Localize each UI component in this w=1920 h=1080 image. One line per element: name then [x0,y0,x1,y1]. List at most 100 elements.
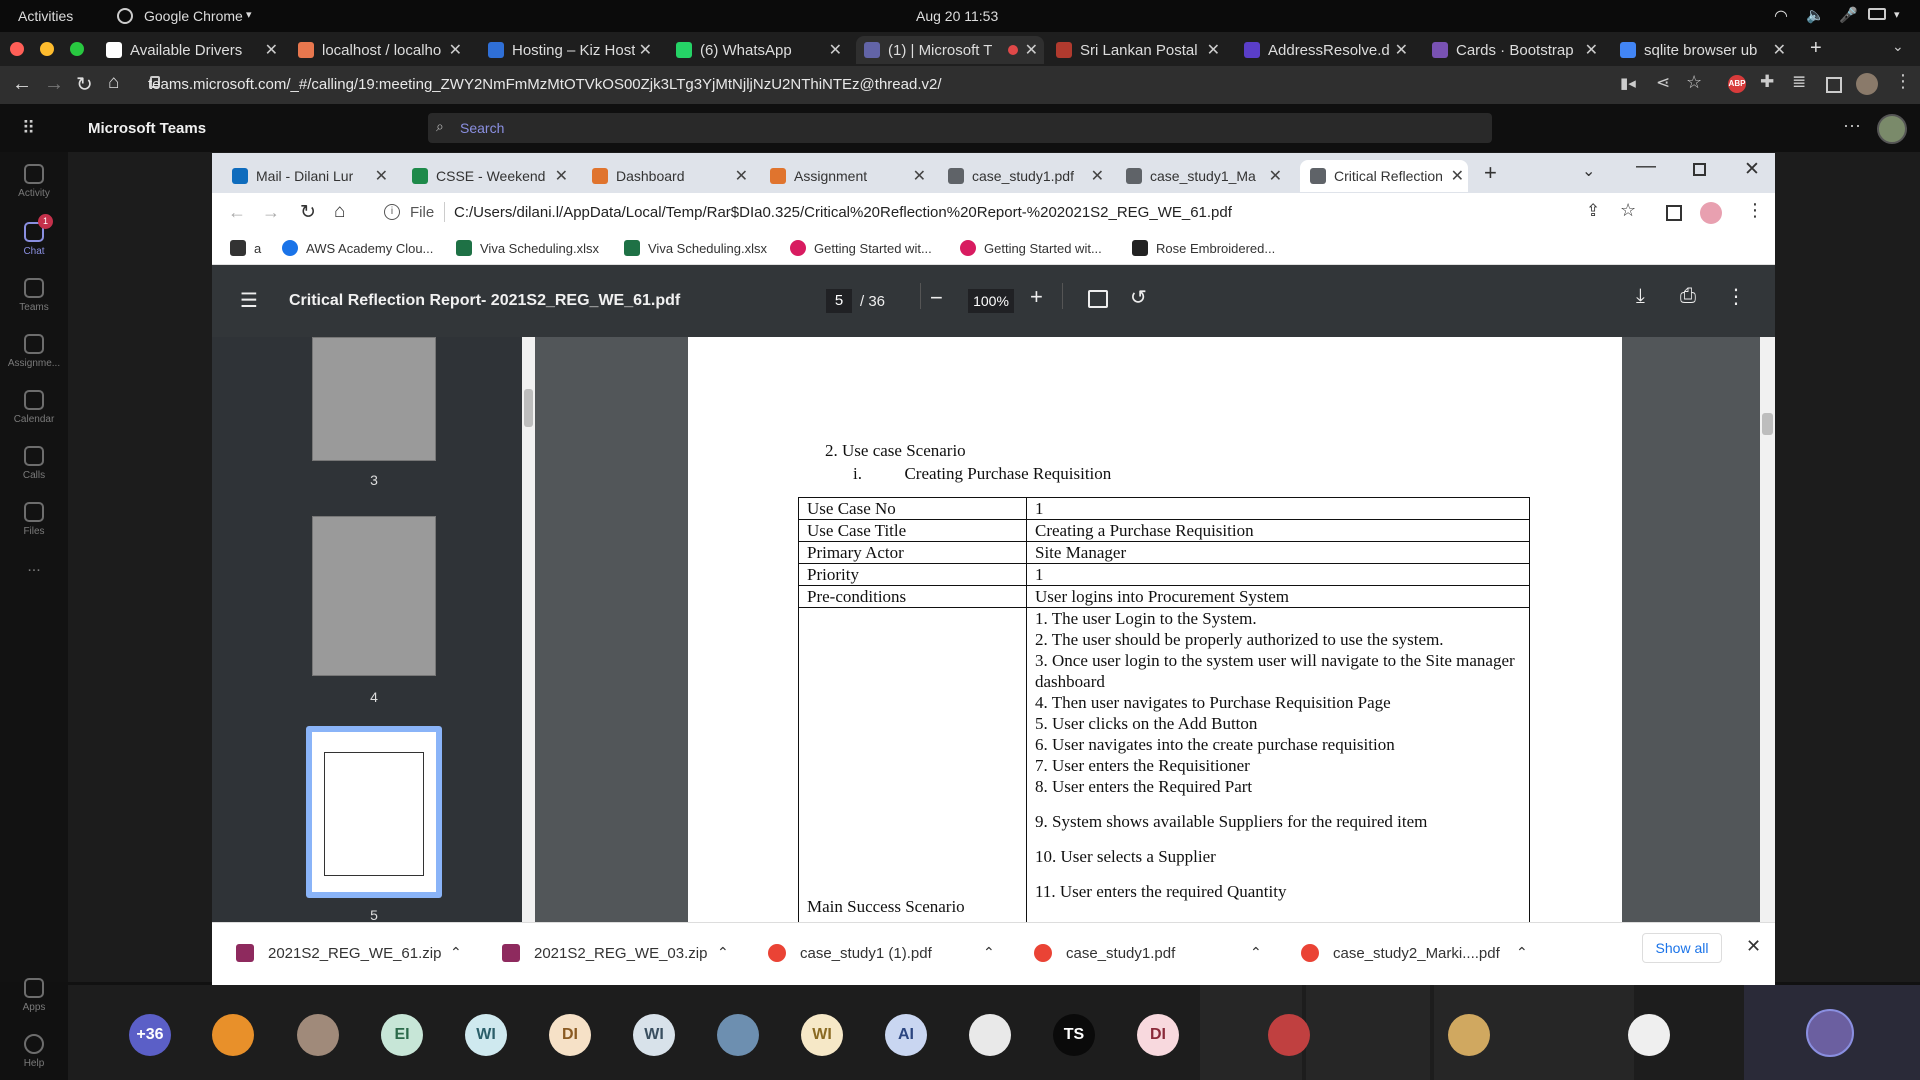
chevron-down-icon[interactable]: ▾ [1894,8,1900,21]
tab-search-chevron-icon[interactable]: ⌄ [1582,161,1595,181]
rotate-icon[interactable]: ↺ [1130,285,1147,310]
tab-search-chevron-icon[interactable]: ⌄ [1892,38,1904,55]
outer-url-text[interactable]: teams.microsoft.com/_#/calling/19:meetin… [148,76,942,93]
close-icon[interactable]: ✕ [829,40,842,60]
share-icon[interactable]: ⋖ [1656,73,1670,93]
window-close-dot[interactable] [10,42,24,56]
chevron-up-icon[interactable]: ⌃ [717,944,729,961]
rail-apps[interactable]: Apps [0,978,68,1013]
inner-url-text[interactable]: C:/Users/dilani.l/AppData/Local/Temp/Rar… [454,204,1232,221]
outer-tab[interactable]: Available Drivers ✕ [106,36,284,64]
participant-avatar[interactable] [297,1014,339,1056]
close-icon[interactable]: ✕ [639,40,652,60]
close-icon[interactable]: ✕ [375,166,388,186]
chevron-up-icon[interactable]: ⌃ [1516,944,1528,961]
home-icon[interactable]: ⌂ [334,201,345,223]
window-maximize-dot[interactable] [70,42,84,56]
download-item[interactable]: case_study2_Marki....pdf [1301,944,1500,962]
download-item[interactable]: 2021S2_REG_WE_03.zip [502,944,707,962]
window-close-icon[interactable]: ✕ [1744,158,1760,181]
page-thumbnail[interactable] [312,516,436,676]
participant-avatar[interactable] [717,1014,759,1056]
close-icon[interactable]: ✕ [1451,166,1464,186]
close-icon[interactable]: ✕ [1269,166,1282,186]
outer-tab[interactable]: sqlite browser ub ✕ [1620,36,1792,64]
new-tab-plus-icon[interactable]: + [1484,160,1497,186]
inner-tab[interactable]: case_study1.pdf ✕ [948,160,1108,192]
app-menu[interactable]: Google Chrome [144,8,243,24]
rail-help[interactable]: Help [0,1034,68,1069]
download-item[interactable]: case_study1 (1).pdf [768,944,932,962]
outer-tab[interactable]: Cards · Bootstrap ✕ [1432,36,1604,64]
chevron-up-icon[interactable]: ⌃ [450,944,462,961]
close-icon[interactable]: ✕ [1746,936,1761,957]
info-icon[interactable]: i [384,204,400,220]
participant-avatar[interactable]: TS [1053,1014,1095,1056]
outer-tab[interactable]: Sri Lankan Postal ✕ [1056,36,1226,64]
bookmark-item[interactable]: Viva Scheduling.xlsx [624,240,767,256]
back-arrow-icon[interactable]: ← [12,73,32,96]
rail-assignments[interactable]: Assignme... [0,334,68,369]
participant-avatar[interactable]: WI [465,1014,507,1056]
bookmark-star-icon[interactable]: ☆ [1620,200,1636,221]
participant-avatar[interactable]: WI [801,1014,843,1056]
participant-avatar[interactable]: AI [885,1014,927,1056]
page-number-input[interactable]: 5 [826,289,852,313]
rail-activity[interactable]: Activity [0,164,68,199]
wifi-icon[interactable]: ◠ [1774,6,1788,26]
fit-page-icon[interactable] [1088,290,1108,308]
bookmark-item[interactable]: AWS Academy Clou... [282,240,433,256]
inner-tab[interactable]: CSSE - Weekend ✕ [412,160,572,192]
outer-tab-active[interactable]: (1) | Microsoft T ✕ [856,36,1044,64]
page-thumbnail[interactable] [312,337,436,461]
overflow-participants-count[interactable]: +36 [129,1014,171,1056]
sidebar-scrollbar-thumb[interactable] [524,389,533,427]
self-avatar[interactable] [1806,1009,1854,1057]
more-options-icon[interactable]: ··· [1843,115,1861,136]
inner-tab[interactable]: Dashboard ✕ [592,160,752,192]
rail-chat[interactable]: Chat 1 [0,214,68,257]
close-icon[interactable]: ✕ [1025,40,1038,60]
viewport-scrollbar-thumb[interactable] [1762,413,1773,435]
window-minimize-dot[interactable] [40,42,54,56]
side-panel-icon[interactable] [1666,205,1682,221]
participant-avatar[interactable] [969,1014,1011,1056]
new-tab-plus-icon[interactable]: + [1810,37,1822,60]
rail-teams[interactable]: Teams [0,278,68,313]
participant-avatar[interactable]: EI [381,1014,423,1056]
more-menu-icon[interactable]: ⋮ [1726,284,1746,309]
close-icon[interactable]: ✕ [1395,40,1408,60]
rail-calls[interactable]: Calls [0,446,68,481]
chevron-up-icon[interactable]: ⌃ [1250,944,1262,961]
user-avatar[interactable] [1877,114,1907,144]
zoom-in-icon[interactable]: + [1030,284,1043,310]
sidebar-menu-icon[interactable]: ☰ [240,288,258,313]
reload-icon[interactable]: ↻ [300,201,316,224]
restore-icon[interactable] [1693,163,1706,176]
download-item[interactable]: 2021S2_REG_WE_61.zip [236,944,441,962]
download-icon[interactable]: ⤓ [1636,285,1645,308]
more-menu-icon[interactable]: ⋮ [1746,200,1764,221]
bookmark-item[interactable]: Rose Embroidered... [1132,240,1275,256]
bookmark-item[interactable]: Viva Scheduling.xlsx [456,240,599,256]
page-thumbnail-selected[interactable] [306,726,442,898]
inner-tab[interactable]: case_study1_Ma ✕ [1126,160,1286,192]
side-panel-icon[interactable] [1826,77,1842,93]
close-icon[interactable]: ✕ [1585,40,1598,60]
close-icon[interactable]: ✕ [1207,40,1220,60]
close-icon[interactable]: ✕ [913,166,926,186]
outer-tab[interactable]: Hosting – Kiz Host ✕ [488,36,658,64]
close-icon[interactable]: ✕ [449,40,462,60]
rail-calendar[interactable]: Calendar [0,390,68,425]
close-icon[interactable]: ✕ [1091,166,1104,186]
participant-avatar[interactable]: WI [633,1014,675,1056]
profile-avatar[interactable] [1700,202,1722,224]
back-arrow-icon[interactable]: ← [228,202,246,223]
outer-tab[interactable]: localhost / localho ✕ [298,36,468,64]
participant-avatar[interactable] [1628,1014,1670,1056]
profile-avatar[interactable] [1856,73,1878,95]
activities-button[interactable]: Activities [18,8,73,24]
show-all-button[interactable]: Show all [1642,933,1722,963]
volume-icon[interactable]: 🔈 [1806,6,1825,24]
print-icon[interactable]: ⎙ [1680,285,1696,308]
